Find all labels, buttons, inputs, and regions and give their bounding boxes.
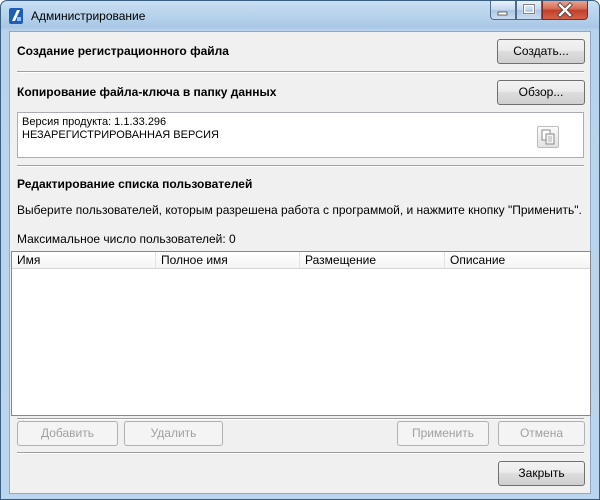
divider [17,165,584,167]
column-header-description[interactable]: Описание [445,252,590,268]
maximize-icon [522,3,536,15]
cancel-button[interactable]: Отмена [498,421,585,446]
add-user-button[interactable]: Добавить [17,421,118,446]
product-info-box: Версия продукта: 1.1.33.296 НЕЗАРЕГИСТРИ… [17,112,584,158]
close-button[interactable]: Закрыть [498,461,585,486]
divider [17,452,584,454]
product-version: Версия продукта: 1.1.33.296 [22,116,167,128]
administration-window: Администрирование Создание регистрационн… [0,0,600,500]
copy-info-button[interactable] [537,126,559,148]
maximize-button[interactable] [516,1,542,20]
app-icon [9,8,23,24]
max-users-label: Максимальное число пользователей: 0 [17,232,236,246]
users-list[interactable]: Имя Полное имя Размещение Описание [11,251,591,416]
divider [17,418,584,420]
column-header-full-name[interactable]: Полное имя [156,252,300,268]
users-instruction: Выберите пользователей, которым разрешен… [17,203,582,217]
minimize-button[interactable] [490,1,516,20]
close-window-button[interactable] [542,1,588,20]
close-icon [557,2,573,18]
users-list-header: Имя Полное имя Размещение Описание [12,252,590,269]
delete-user-button[interactable]: Удалить [124,421,223,446]
window-title: Администрирование [31,9,146,23]
apply-button[interactable]: Применить [397,421,489,446]
column-header-name[interactable]: Имя [12,252,156,268]
column-header-location[interactable]: Размещение [300,252,445,268]
browse-button[interactable]: Обзор... [497,80,585,105]
registration-status: НЕЗАРЕГИСТРИРОВАННАЯ ВЕРСИЯ [22,129,219,141]
minimize-icon [497,11,508,16]
create-button[interactable]: Создать... [497,39,585,64]
dialog-client-area: Создание регистрационного файла Создать.… [9,31,591,494]
users-section-title: Редактирование списка пользователей [17,177,253,191]
copy-icon [541,129,555,145]
key-copy-section-title: Копирование файла-ключа в папку данных [17,85,277,99]
divider [17,71,584,73]
title-bar[interactable]: Администрирование [1,1,599,31]
registration-section-title: Создание регистрационного файла [17,44,229,58]
